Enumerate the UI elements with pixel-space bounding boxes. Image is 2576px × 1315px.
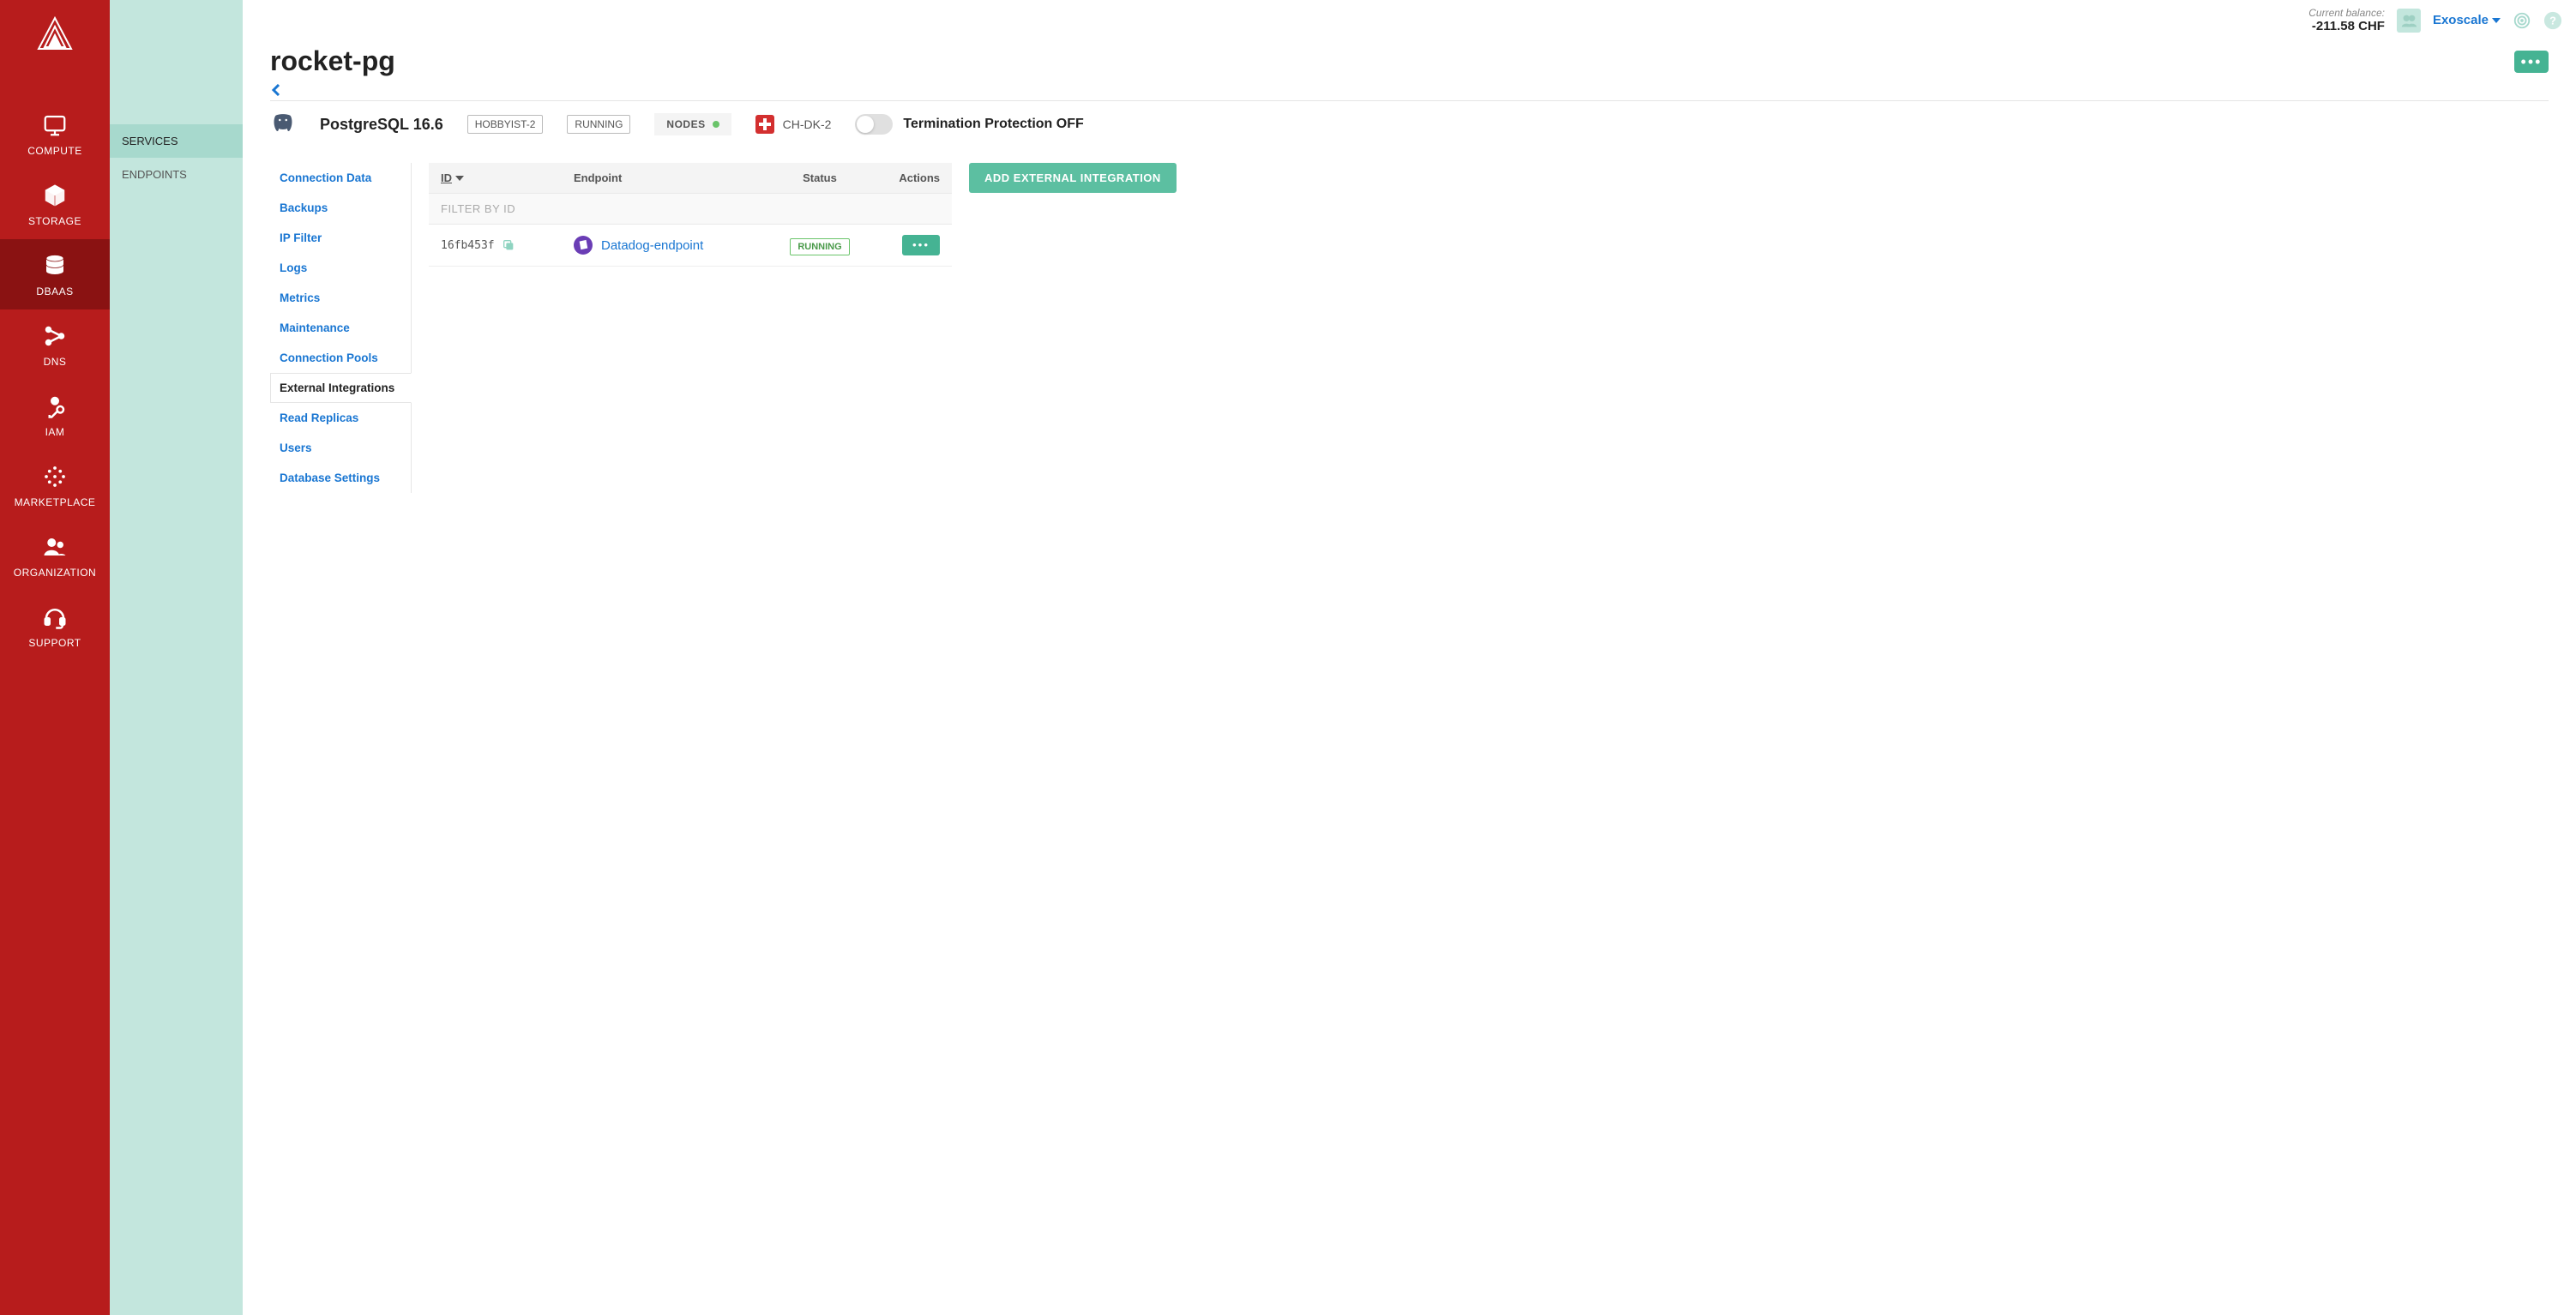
tab-maintenance[interactable]: Maintenance (270, 313, 411, 343)
monitor-icon (40, 111, 69, 140)
col-header-status[interactable]: Status (768, 171, 871, 184)
termination-label: Termination Protection OFF (903, 117, 1083, 132)
key-person-icon (40, 392, 69, 421)
caret-down-icon (2492, 18, 2501, 23)
nav-dns[interactable]: DNS (0, 309, 110, 380)
balance-display: Current balance: -211.58 CHF (2308, 7, 2385, 33)
nav-label: STORAGE (28, 215, 81, 227)
caret-down-icon (455, 174, 464, 183)
region-display: CH-DK-2 (755, 115, 832, 134)
tab-read-replicas[interactable]: Read Replicas (270, 403, 411, 433)
col-header-id[interactable]: ID (441, 171, 574, 184)
datadog-icon (574, 236, 593, 255)
dots-grid-icon (40, 462, 69, 491)
filter-row (429, 193, 952, 225)
db-version: PostgreSQL 16.6 (320, 116, 443, 134)
tab-logs[interactable]: Logs (270, 253, 411, 283)
row-id: 16fb453f (441, 239, 495, 252)
table-header: ID Endpoint Status Actions (429, 163, 952, 193)
termination-toggle[interactable] (855, 114, 893, 135)
nav-compute[interactable]: COMPUTE (0, 99, 110, 169)
exoscale-logo[interactable] (33, 13, 76, 56)
plan-badge: HOBBYIST-2 (467, 115, 544, 134)
node-status-dot-icon (713, 121, 719, 128)
postgresql-icon (270, 111, 296, 137)
service-info-row: PostgreSQL 16.6 HOBBYIST-2 RUNNING NODES… (270, 111, 2549, 137)
copy-icon[interactable] (502, 238, 515, 252)
nav-marketplace[interactable]: MARKETPLACE (0, 450, 110, 520)
svg-text:?: ? (2549, 14, 2556, 27)
nodes-badge[interactable]: NODES (654, 113, 731, 135)
col-header-endpoint[interactable]: Endpoint (574, 171, 768, 184)
help-icon[interactable]: ? (2543, 11, 2562, 30)
integrations-table: ID Endpoint Status Actions 16fb453f (429, 163, 952, 493)
termination-protection: Termination Protection OFF (855, 114, 1083, 135)
flag-switzerland-icon (755, 115, 774, 134)
chevron-left-icon (270, 84, 282, 96)
primary-sidebar: COMPUTE STORAGE DBAAS DNS IAM (0, 0, 110, 1315)
nav-label: COMPUTE (27, 145, 82, 157)
endpoint-link[interactable]: Datadog-endpoint (601, 238, 703, 253)
tab-connection-data[interactable]: Connection Data (270, 163, 411, 193)
nodes-label: NODES (666, 118, 705, 130)
page-title: rocket-pg (270, 45, 395, 77)
nav-label: SUPPORT (28, 637, 81, 649)
headset-icon (40, 603, 69, 632)
people-icon (40, 532, 69, 561)
status-badge: RUNNING (567, 115, 630, 134)
right-column: ADD EXTERNAL INTEGRATION (969, 163, 1192, 493)
avatar[interactable] (2397, 9, 2421, 33)
subnav-endpoints[interactable]: ENDPOINTS (110, 158, 243, 191)
divider (270, 100, 2549, 101)
filter-by-id-input[interactable] (429, 194, 952, 224)
tab-database-settings[interactable]: Database Settings (270, 463, 411, 493)
region-label: CH-DK-2 (783, 117, 832, 131)
nav-label: DNS (44, 356, 67, 368)
nav-organization[interactable]: ORGANIZATION (0, 520, 110, 591)
balance-value: -211.58 CHF (2308, 19, 2385, 33)
balance-label: Current balance: (2308, 7, 2385, 19)
secondary-sidebar: SERVICES ENDPOINTS (110, 0, 243, 1315)
back-button[interactable] (270, 84, 282, 99)
table-row: 16fb453f Datadog-endpoint (429, 225, 952, 267)
org-name-text: Exoscale (2433, 13, 2489, 27)
nav-support[interactable]: SUPPORT (0, 591, 110, 661)
org-selector[interactable]: Exoscale (2433, 13, 2501, 27)
row-more-button[interactable]: ••• (902, 235, 940, 255)
nav-label: MARKETPLACE (15, 496, 96, 508)
target-icon[interactable] (2513, 11, 2531, 30)
top-header: Current balance: -211.58 CHF Exoscale ? (243, 0, 2576, 37)
cube-icon (40, 181, 69, 210)
col-header-actions: Actions (871, 171, 940, 184)
tab-list: Connection Data Backups IP Filter Logs M… (270, 163, 412, 493)
nav-iam[interactable]: IAM (0, 380, 110, 450)
nav-dbaas[interactable]: DBAAS (0, 239, 110, 309)
nav-storage[interactable]: STORAGE (0, 169, 110, 239)
tab-connection-pools[interactable]: Connection Pools (270, 343, 411, 373)
nav-label: DBAAS (36, 285, 73, 297)
tab-metrics[interactable]: Metrics (270, 283, 411, 313)
add-external-integration-button[interactable]: ADD EXTERNAL INTEGRATION (969, 163, 1177, 193)
tab-external-integrations[interactable]: External Integrations (270, 373, 412, 403)
subnav-services[interactable]: SERVICES (110, 124, 243, 158)
tab-ip-filter[interactable]: IP Filter (270, 223, 411, 253)
page-more-button[interactable]: ••• (2514, 51, 2549, 73)
nav-label: ORGANIZATION (14, 567, 96, 579)
tab-users[interactable]: Users (270, 433, 411, 463)
share-icon (40, 321, 69, 351)
database-icon (40, 251, 69, 280)
row-status-badge: RUNNING (790, 238, 849, 255)
tab-backups[interactable]: Backups (270, 193, 411, 223)
main-content: Current balance: -211.58 CHF Exoscale ? … (243, 0, 2576, 1315)
nav-label: IAM (45, 426, 65, 438)
